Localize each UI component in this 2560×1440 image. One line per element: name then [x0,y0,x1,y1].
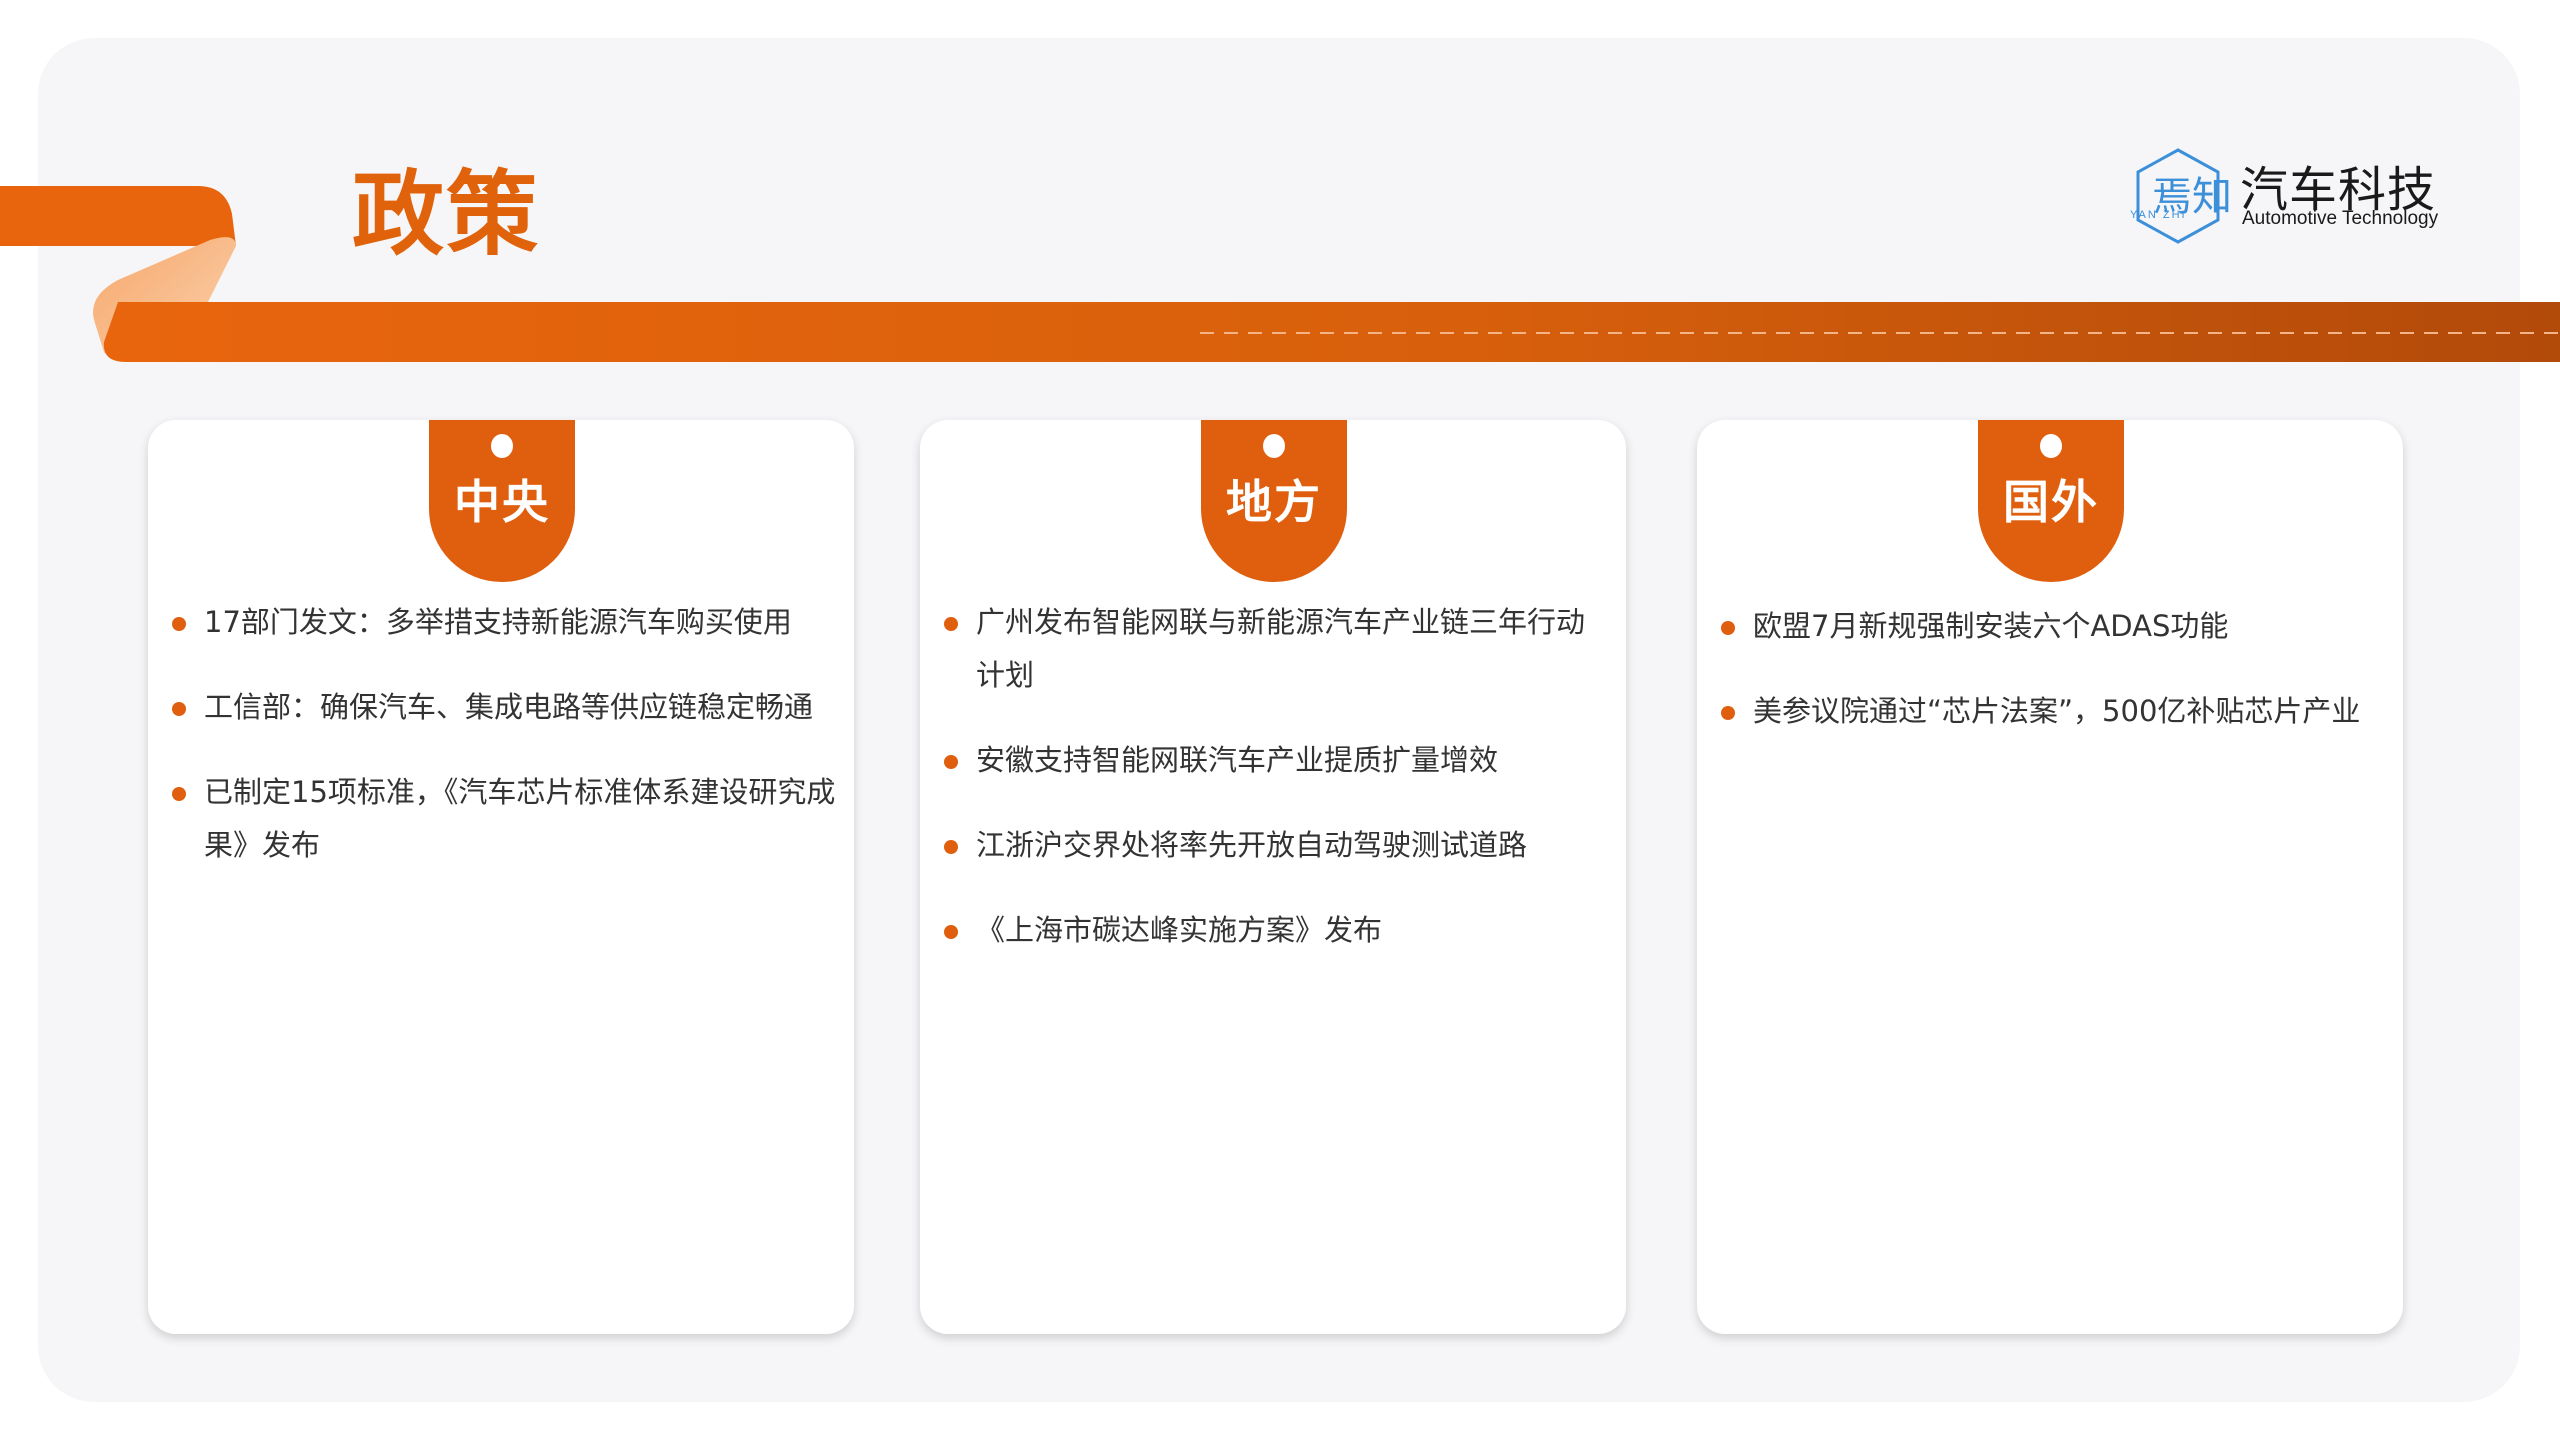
list-item: 《上海市碳达峰实施方案》发布 [920,904,1600,957]
list-item: 17部门发文：多举措支持新能源汽车购买使用 [148,596,838,649]
card-item-list: 17部门发文：多举措支持新能源汽车购买使用 工信部：确保汽车、集成电路等供应链稳… [148,596,838,904]
bullet-icon [944,925,958,939]
bullet-icon [172,787,186,801]
card-label: 国外 [2003,475,2099,529]
list-item: 工信部：确保汽车、集成电路等供应链稳定畅通 [148,681,838,734]
tab-dot-icon [2040,434,2062,458]
bullet-icon [1721,621,1735,635]
bullet-icon [172,617,186,631]
card-tab: 国外 [1978,420,2124,582]
card-item-list: 欧盟7月新规强制安装六个ADAS功能 美参议院通过“芯片法案”，500亿补贴芯片… [1697,600,2377,770]
list-item: 安徽支持智能网联汽车产业提质扩量增效 [920,734,1600,787]
bullet-icon [944,840,958,854]
bullet-icon [1721,706,1735,720]
card-tab: 地方 [1201,420,1347,582]
card-foreign: 国外 欧盟7月新规强制安装六个ADAS功能 美参议院通过“芯片法案”，500亿补… [1697,420,2403,1334]
yanzhi-logo-icon: 焉知 YAN ZHI [2130,148,2230,244]
bullet-icon [944,755,958,769]
card-local: 地方 广州发布智能网联与新能源汽车产业链三年行动计划 安徽支持智能网联汽车产业提… [920,420,1626,1334]
brand-logo: 焉知 YAN ZHI 汽车科技 Automotive Technology [2126,146,2456,246]
page-title: 政策 [352,161,541,268]
card-item-list: 广州发布智能网联与新能源汽车产业链三年行动计划 安徽支持智能网联汽车产业提质扩量… [920,596,1600,989]
list-item: 美参议院通过“芯片法案”，500亿补贴芯片产业 [1697,685,2377,738]
list-item: 欧盟7月新规强制安装六个ADAS功能 [1697,600,2377,653]
card-central: 中央 17部门发文：多举措支持新能源汽车购买使用 工信部：确保汽车、集成电路等供… [148,420,854,1334]
logo-english-text: Automotive Technology [2242,208,2439,229]
card-label: 中央 [454,475,550,529]
tab-dot-icon [491,434,513,458]
list-item: 已制定15项标准，《汽车芯片标准体系建设研究成果》发布 [148,766,838,872]
list-item: 广州发布智能网联与新能源汽车产业链三年行动计划 [920,596,1600,702]
bullet-icon [172,702,186,716]
list-item: 江浙沪交界处将率先开放自动驾驶测试道路 [920,819,1600,872]
card-tab: 中央 [429,420,575,582]
bullet-icon [944,617,958,631]
svg-text:YAN ZHI: YAN ZHI [2130,209,2187,221]
tab-dot-icon [1263,434,1285,458]
card-label: 地方 [1226,475,1322,529]
